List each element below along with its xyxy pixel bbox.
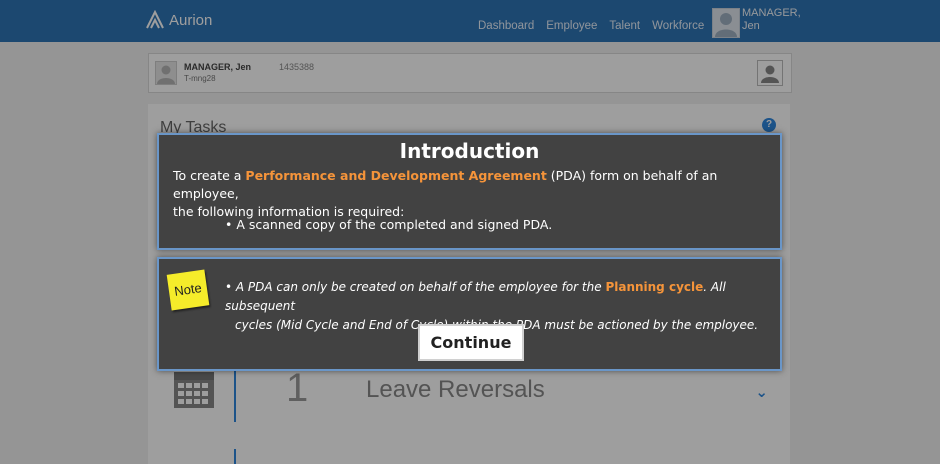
requirement-bullet: • A scanned copy of the completed and si…: [225, 217, 553, 232]
note-sticker-icon: Note: [166, 269, 210, 311]
note-text-start: • A PDA can only be created on behalf of…: [225, 280, 606, 294]
planning-cycle-highlight: Planning cycle: [605, 280, 704, 294]
pda-highlight: Performance and Development Agreement: [245, 168, 547, 183]
continue-button[interactable]: Continue: [418, 324, 524, 361]
intro-text-start: To create a: [173, 168, 246, 183]
introduction-panel: Introduction To create a Performance and…: [157, 133, 782, 250]
intro-text: To create a Performance and Development …: [173, 167, 773, 221]
modal-title: Introduction: [399, 139, 540, 163]
note-panel: Note • A PDA can only be created on beha…: [157, 257, 782, 371]
